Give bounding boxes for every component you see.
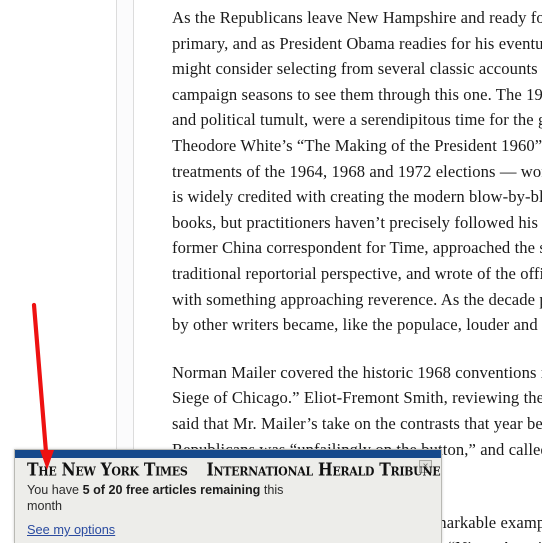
masthead: The New York Times International Herald … <box>27 458 441 480</box>
counter-prefix: You have <box>27 483 83 497</box>
article-paragraph: As the Republicans leave New Hampshire a… <box>172 8 542 335</box>
paywall-content: The New York Times International Herald … <box>27 458 441 539</box>
see-my-options-link[interactable]: See my options <box>27 522 115 537</box>
counter-emphasis: 5 of 20 free articles remaining <box>82 483 261 497</box>
paywall-accent-bar <box>15 450 441 458</box>
browser-page-viewport: As the Republicans leave New Hampshire a… <box>0 0 542 543</box>
masthead-nyt-logo: The New York Times <box>27 458 188 480</box>
paywall-notification-bar[interactable]: × The New York Times International Heral… <box>14 449 442 543</box>
free-article-counter: You have 5 of 20 free articles remaining… <box>27 483 287 514</box>
masthead-iht-logo: International Herald Tribune <box>206 458 441 480</box>
